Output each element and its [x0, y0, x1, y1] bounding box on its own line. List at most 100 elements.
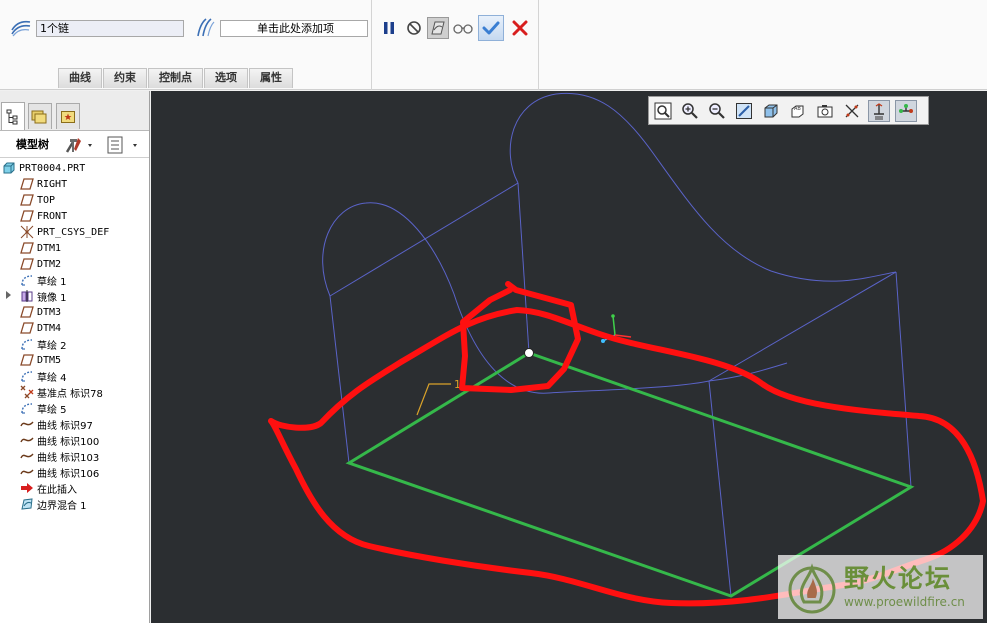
mirror-icon — [20, 289, 34, 303]
tree-item[interactable]: PRT_CSYS_DEF — [0, 224, 149, 240]
tab-model-tree[interactable] — [1, 102, 25, 130]
display-style-button[interactable] — [760, 100, 782, 122]
tree-item[interactable]: 草绘 4 — [0, 368, 149, 384]
top-left-edge — [329, 182, 519, 297]
watermark-title: 野火论坛 — [844, 564, 953, 593]
saved-views-button[interactable]: AB — [787, 100, 809, 122]
graphics-window[interactable]: 1 AB 野火论坛 www.proewildfire.cn — [151, 91, 987, 623]
forum-watermark: 野火论坛 www.proewildfire.cn — [778, 555, 983, 619]
tree-item[interactable]: DTM3 — [0, 304, 149, 320]
tree-item-label: 曲线 标识106 — [37, 468, 100, 480]
tab-favorites[interactable] — [56, 103, 80, 129]
tree-item[interactable]: 曲线 标识100 — [0, 432, 149, 448]
tree-item[interactable]: 基准点 标识78 — [0, 384, 149, 400]
navigator-tabs — [0, 91, 149, 131]
tree-item[interactable]: DTM4 — [0, 320, 149, 336]
repaint-button[interactable] — [733, 100, 755, 122]
tree-item-label: 边界混合 1 — [37, 500, 87, 512]
right-rear-vertical — [708, 380, 732, 597]
second-direction-add-item-field[interactable]: 单击此处添加项 — [220, 20, 368, 37]
tree-item-label: 曲线 标识100 — [37, 436, 100, 448]
navigator-panel: 模型树 PRT0004.PRT RIGHT TOP FRONT PRT_CSYS_DEF… — [0, 91, 150, 623]
tree-item[interactable]: 在此插入 — [0, 480, 149, 496]
tree-item[interactable]: DTM5 — [0, 352, 149, 368]
tree-item[interactable]: DTM1 — [0, 240, 149, 256]
tab-folder-browser[interactable] — [28, 103, 52, 129]
tree-item[interactable]: TOP — [0, 192, 149, 208]
spin-center-button[interactable] — [868, 99, 890, 122]
csys-display-button[interactable] — [895, 99, 917, 122]
tree-item[interactable]: FRONT — [0, 208, 149, 224]
curve-icon — [20, 417, 34, 431]
curve-icon — [20, 465, 34, 479]
expand-arrow-icon[interactable] — [6, 291, 11, 299]
tree-item[interactable]: 草绘 2 — [0, 336, 149, 352]
glasses-icon — [453, 24, 473, 34]
geometry-preview-button[interactable] — [427, 17, 449, 39]
first-direction-curve-icon[interactable] — [10, 16, 32, 38]
annotation-circle — [459, 281, 581, 393]
surface-preview-icon — [431, 21, 445, 35]
list-icon — [107, 136, 137, 154]
tree-item-label: FRONT — [37, 210, 68, 222]
tab-options[interactable]: 选项 — [204, 68, 248, 88]
curve-icon — [20, 433, 34, 447]
model-tree-title: 模型树 — [16, 138, 49, 151]
tree-item-label: 曲线 标识97 — [37, 420, 93, 432]
refit-button[interactable] — [652, 100, 674, 122]
datum-plane-icon — [20, 209, 34, 223]
datum-plane-icon — [20, 177, 34, 191]
zoom-out-icon — [709, 102, 725, 119]
tree-item[interactable]: 边界混合 1 — [0, 496, 149, 512]
tree-item[interactable]: 镜像 1 — [0, 288, 149, 304]
tree-item-label: 曲线 标识103 — [37, 452, 100, 464]
selected-vertex[interactable] — [524, 348, 534, 358]
dashboard-separator — [371, 0, 372, 90]
apply-button[interactable] — [478, 15, 504, 41]
tree-item[interactable]: DTM2 — [0, 256, 149, 272]
tree-item-label: 草绘 5 — [37, 404, 67, 416]
first-direction-chain-field[interactable]: 1个链 — [36, 20, 184, 37]
tree-settings-button[interactable] — [64, 136, 94, 154]
tab-control-points[interactable]: 控制点 — [148, 68, 203, 88]
zoom-in-icon — [682, 102, 698, 119]
model-viewport[interactable]: 1 — [151, 91, 987, 623]
tree-item-label: 镜像 1 — [37, 292, 67, 304]
spin-center-icon — [874, 102, 884, 119]
datum-plane-icon — [20, 193, 34, 207]
sketch-icon — [20, 369, 34, 383]
tree-item-label: RIGHT — [37, 178, 68, 190]
tab-properties[interactable]: 属性 — [249, 68, 293, 88]
tree-item-label: DTM5 — [37, 354, 62, 366]
tree-show-button[interactable] — [106, 136, 142, 154]
no-preview-button[interactable] — [403, 17, 425, 39]
zoom-in-button[interactable] — [679, 100, 701, 122]
view-manager-button[interactable] — [814, 100, 836, 122]
tree-item[interactable]: 曲线 标识106 — [0, 464, 149, 480]
verify-mode-button[interactable] — [451, 17, 475, 39]
tree-item[interactable]: RIGHT — [0, 176, 149, 192]
tree-item[interactable]: 草绘 5 — [0, 400, 149, 416]
cancel-button[interactable] — [508, 17, 532, 39]
datum-display-button[interactable] — [841, 100, 863, 122]
tree-item[interactable]: 草绘 1 — [0, 272, 149, 288]
pause-icon — [384, 22, 394, 34]
datum-plane-icon — [20, 257, 34, 271]
coordinate-system-icon — [899, 103, 913, 113]
no-preview-icon — [407, 21, 421, 35]
tab-constraints[interactable]: 约束 — [103, 68, 147, 88]
tree-item[interactable]: PRT0004.PRT — [0, 160, 149, 176]
tools-icon — [65, 138, 92, 153]
pause-button[interactable] — [378, 17, 400, 39]
tree-item[interactable]: 曲线 标识103 — [0, 448, 149, 464]
zoom-out-button[interactable] — [706, 100, 728, 122]
second-direction-curve-icon[interactable] — [194, 16, 216, 38]
coordinate-system-icon — [20, 225, 34, 239]
datum-axes-icon — [845, 104, 859, 117]
left-rear-vertical — [329, 295, 350, 464]
tab-curves[interactable]: 曲线 — [58, 68, 102, 88]
tree-item-label: DTM3 — [37, 306, 62, 318]
wireframe-curves — [322, 92, 912, 597]
tree-item[interactable]: 曲线 标识97 — [0, 416, 149, 432]
tree-item-label: DTM2 — [37, 258, 62, 270]
